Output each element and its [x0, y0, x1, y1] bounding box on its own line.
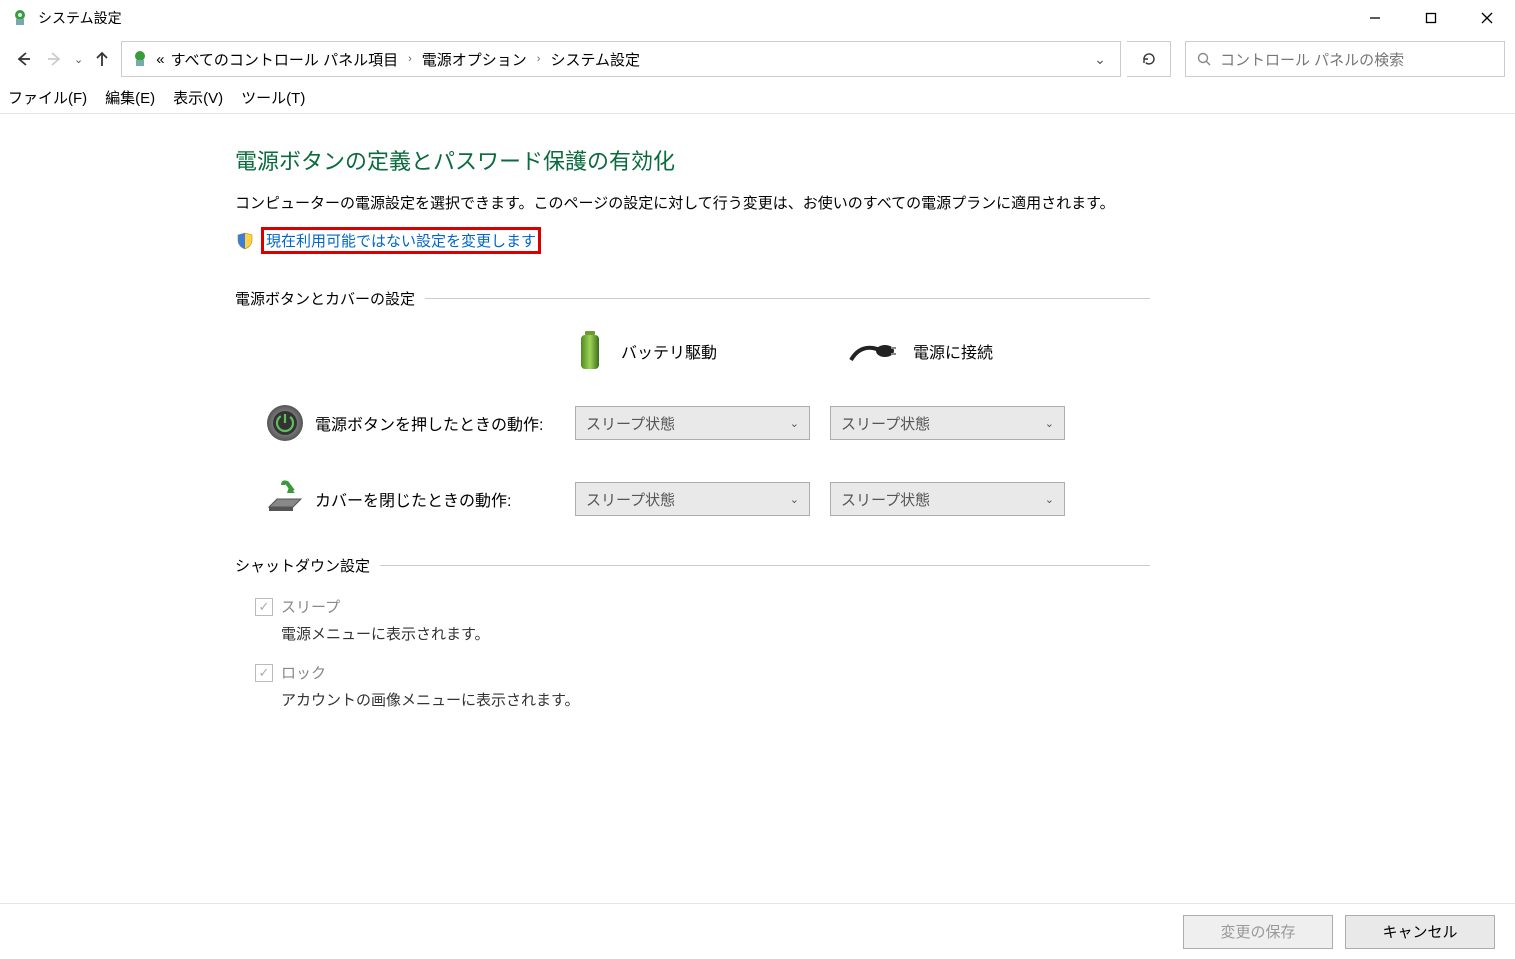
lid-close-plugged-select[interactable]: スリープ状態 ⌄: [830, 482, 1065, 516]
select-value: スリープ状態: [586, 489, 675, 510]
chevron-down-icon: ⌄: [1045, 493, 1054, 506]
power-button-label: 電源ボタンを押したときの動作:: [315, 411, 575, 435]
app-icon: [10, 8, 30, 28]
plugged-column: 電源に接続: [847, 336, 993, 366]
window-controls: [1347, 0, 1515, 36]
plugged-column-label: 電源に接続: [913, 339, 993, 363]
chevron-down-icon: ⌄: [790, 493, 799, 506]
save-button[interactable]: 変更の保存: [1183, 915, 1333, 949]
divider: [425, 298, 1150, 299]
lock-title: ロック: [281, 662, 326, 683]
recent-dropdown[interactable]: ⌄: [74, 53, 83, 66]
address-icon: [130, 49, 150, 69]
chevron-right-icon[interactable]: ›: [537, 53, 541, 65]
select-value: スリープ状態: [841, 489, 930, 510]
back-button[interactable]: [10, 46, 36, 72]
search-input[interactable]: コントロール パネルの検索: [1185, 41, 1505, 77]
up-button[interactable]: [89, 46, 115, 72]
power-columns-header: バッテリ駆動 電源に接続: [575, 329, 1150, 373]
search-icon: [1196, 51, 1212, 67]
section-buttons-cover: 電源ボタンとカバーの設定: [235, 288, 1150, 309]
battery-icon: [575, 329, 605, 373]
power-button-battery-select[interactable]: スリープ状態 ⌄: [575, 406, 810, 440]
battery-column: バッテリ駆動: [575, 329, 717, 373]
lock-desc: アカウントの画像メニューに表示されます。: [281, 689, 1150, 710]
chevron-down-icon: ⌄: [1045, 417, 1054, 430]
menu-view[interactable]: 表示(V): [173, 87, 223, 108]
select-value: スリープ状態: [586, 413, 675, 434]
address-dropdown[interactable]: ⌄: [1088, 51, 1112, 68]
lid-close-row: カバーを閉じたときの動作: スリープ状態 ⌄ スリープ状態 ⌄: [255, 479, 1150, 519]
maximize-button[interactable]: [1403, 0, 1459, 36]
section-label: シャットダウン設定: [235, 555, 370, 576]
section-shutdown: シャットダウン設定: [235, 555, 1150, 576]
refresh-button[interactable]: [1127, 41, 1171, 77]
sleep-desc: 電源メニューに表示されます。: [281, 623, 1150, 644]
breadcrumb-item[interactable]: システム設定: [550, 49, 640, 70]
lid-close-icon: [255, 479, 315, 519]
admin-link-row: 現在利用可能ではない設定を変更します: [235, 227, 1150, 254]
section-label: 電源ボタンとカバーの設定: [235, 288, 415, 309]
footer: 変更の保存 キャンセル: [0, 903, 1515, 959]
divider: [380, 565, 1150, 566]
plug-icon: [847, 336, 897, 366]
search-placeholder: コントロール パネルの検索: [1220, 49, 1404, 70]
power-button-row: 電源ボタンを押したときの動作: スリープ状態 ⌄ スリープ状態 ⌄: [255, 403, 1150, 443]
close-button[interactable]: [1459, 0, 1515, 36]
nav-bar: ⌄ « すべてのコントロール パネル項目 › 電源オプション › システム設定 …: [0, 36, 1515, 82]
chevron-down-icon: ⌄: [790, 417, 799, 430]
highlight-box: 現在利用可能ではない設定を変更します: [261, 227, 541, 254]
window-title: システム設定: [38, 8, 1347, 28]
menu-file[interactable]: ファイル(F): [8, 87, 87, 108]
menu-bar: ファイル(F) 編集(E) 表示(V) ツール(T): [0, 82, 1515, 114]
power-button-icon: [255, 403, 315, 443]
minimize-button[interactable]: [1347, 0, 1403, 36]
change-unavailable-settings-link[interactable]: 現在利用可能ではない設定を変更します: [266, 233, 536, 250]
titlebar: システム設定: [0, 0, 1515, 36]
forward-button[interactable]: [42, 46, 68, 72]
shutdown-item-sleep: ✓ スリープ 電源メニューに表示されます。: [255, 596, 1150, 644]
cancel-button[interactable]: キャンセル: [1345, 915, 1495, 949]
content-area: 電源ボタンの定義とパスワード保護の有効化 コンピューターの電源設定を選択できます…: [0, 114, 1150, 710]
shutdown-item-lock: ✓ ロック アカウントの画像メニューに表示されます。: [255, 662, 1150, 710]
breadcrumb-item[interactable]: 電源オプション: [422, 49, 527, 70]
lock-checkbox[interactable]: ✓: [255, 664, 273, 682]
breadcrumb-item[interactable]: すべてのコントロール パネル項目: [171, 49, 399, 70]
page-title: 電源ボタンの定義とパスワード保護の有効化: [235, 144, 1150, 176]
sleep-title: スリープ: [281, 596, 340, 617]
lid-close-label: カバーを閉じたときの動作:: [315, 487, 575, 511]
chevron-right-icon[interactable]: ›: [408, 53, 412, 65]
battery-column-label: バッテリ駆動: [621, 339, 717, 363]
shield-icon: [235, 231, 255, 251]
sleep-checkbox[interactable]: ✓: [255, 598, 273, 616]
menu-tool[interactable]: ツール(T): [241, 87, 305, 108]
power-button-plugged-select[interactable]: スリープ状態 ⌄: [830, 406, 1065, 440]
lid-close-battery-select[interactable]: スリープ状態 ⌄: [575, 482, 810, 516]
select-value: スリープ状態: [841, 413, 930, 434]
menu-edit[interactable]: 編集(E): [105, 87, 155, 108]
address-bar[interactable]: « すべてのコントロール パネル項目 › 電源オプション › システム設定 ⌄: [121, 41, 1121, 77]
breadcrumb-prefix: «: [156, 51, 164, 68]
page-description: コンピューターの電源設定を選択できます。このページの設定に対して行う変更は、お使…: [235, 190, 1135, 217]
